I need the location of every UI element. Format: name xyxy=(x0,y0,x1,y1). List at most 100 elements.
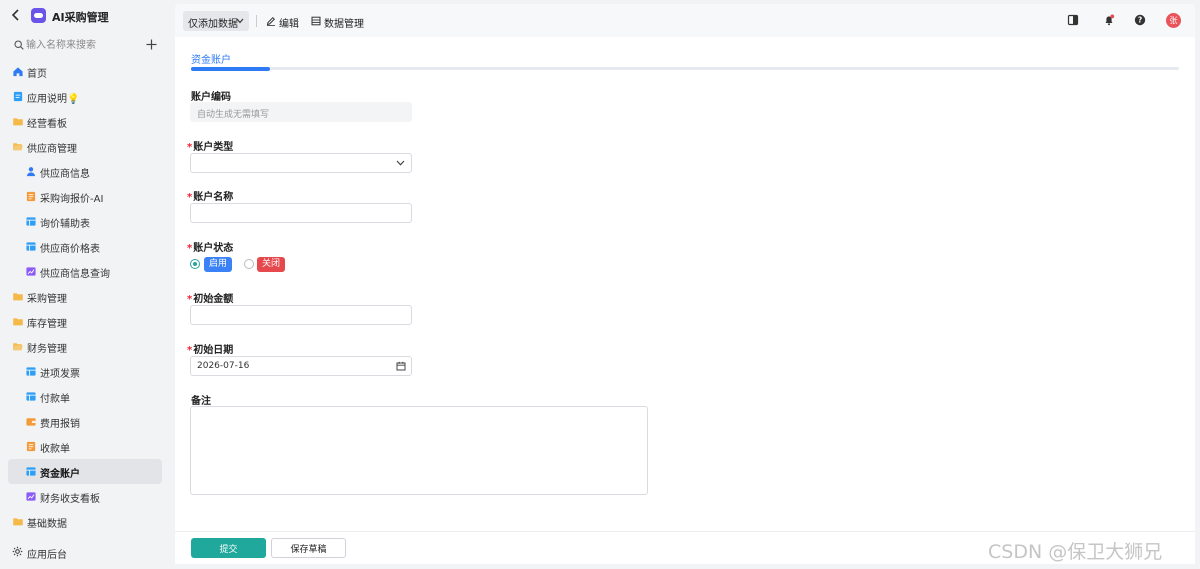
required-mark: * xyxy=(187,345,193,356)
chevron-down-icon xyxy=(396,160,405,166)
initial-date-picker[interactable]: 2026-07-16 xyxy=(190,356,412,376)
tab-fund-account[interactable]: 资金账户 xyxy=(191,51,231,66)
sidebar-item-label: 采购管理 xyxy=(27,294,67,305)
sidebar-item-8[interactable]: 供应商信息查询 xyxy=(8,259,162,284)
note-label: 备注 xyxy=(191,392,211,407)
form-icon xyxy=(26,191,36,202)
toolbar: 仅添加数据 编辑 数据管理 ? 张 xyxy=(175,4,1195,37)
folder-icon xyxy=(13,518,23,526)
sidebar-item-14[interactable]: 费用报销 xyxy=(8,409,162,434)
data-management-label: 数据管理 xyxy=(324,19,364,30)
edit-button[interactable]: 编辑 xyxy=(266,11,302,31)
form-progress-track xyxy=(191,66,1179,71)
account-name-input[interactable] xyxy=(190,203,412,223)
gear-icon xyxy=(12,546,23,557)
sidebar-item-13[interactable]: 付款单 xyxy=(8,384,162,409)
sidebar-item-10[interactable]: 库存管理 xyxy=(8,309,162,334)
form-progress-fill xyxy=(191,66,271,71)
app-header: AI采购管理 xyxy=(0,0,170,32)
folder-open-icon xyxy=(13,143,23,151)
account-name-label-text: 账户名称 xyxy=(193,192,234,203)
sidebar-item-3[interactable]: 供应商管理 xyxy=(8,134,162,159)
back-icon[interactable] xyxy=(10,8,22,22)
sidebar-item-16[interactable]: 资金账户 xyxy=(8,459,162,484)
table-icon xyxy=(26,242,36,251)
save-draft-button[interactable]: 保存草稿 xyxy=(271,538,346,558)
submit-button[interactable]: 提交 xyxy=(191,538,266,558)
sidebar-item-17[interactable]: 财务收支看板 xyxy=(8,484,162,509)
mode-dropdown-label: 仅添加数据 xyxy=(188,19,238,30)
sidebar-item-label: 采购询报价-AI xyxy=(40,194,104,205)
sidebar-item-label: 资金账户 xyxy=(40,469,80,480)
sidebar-item-app-backend[interactable]: 应用后台 xyxy=(8,540,162,564)
required-mark: * xyxy=(187,294,193,305)
search-icon xyxy=(14,40,24,50)
sidebar-item-9[interactable]: 采购管理 xyxy=(8,284,162,309)
account-code-placeholder: 自动生成无需填写 xyxy=(197,110,270,120)
add-icon[interactable] xyxy=(146,39,157,50)
app-title: AI采购管理 xyxy=(52,11,109,24)
sidebar-item-4[interactable]: 供应商信息 xyxy=(8,159,162,184)
svg-text:?: ? xyxy=(1138,16,1142,25)
folder-open-icon xyxy=(13,343,23,351)
sidebar-item-1[interactable]: 应用说明💡 xyxy=(8,84,162,109)
table-icon xyxy=(311,16,321,26)
sidebar-item-7[interactable]: 供应商价格表 xyxy=(8,234,162,259)
sidebar-item-2[interactable]: 经营看板 xyxy=(8,109,162,134)
chart-icon xyxy=(26,492,36,501)
status-enabled-tag[interactable]: 启用 xyxy=(204,257,233,272)
account-type-select[interactable] xyxy=(190,153,412,173)
initial-amount-label: *初始金额 xyxy=(187,290,233,305)
table-icon xyxy=(26,392,36,401)
sidebar-item-5[interactable]: 采购询报价-AI xyxy=(8,184,162,209)
required-mark: * xyxy=(187,142,193,153)
sidebar-item-label: 首页 xyxy=(27,69,47,80)
account-code-field: 自动生成无需填写 xyxy=(190,102,412,122)
account-type-label: *账户类型 xyxy=(187,138,233,153)
status-enabled-radio[interactable] xyxy=(190,259,200,269)
bell-icon[interactable] xyxy=(1103,14,1115,26)
sidebar-item-15[interactable]: 收款单 xyxy=(8,434,162,459)
sidebar-item-label: 供应商管理 xyxy=(27,144,77,155)
required-mark: * xyxy=(187,192,193,203)
sidebar-item-label: 费用报销 xyxy=(40,419,80,430)
sidebar-item-label: 财务管理 xyxy=(27,344,67,355)
initial-date-value: 2026-07-16 xyxy=(197,361,250,371)
sidebar-item-label: 应用说明💡 xyxy=(27,94,80,105)
search-input[interactable] xyxy=(26,36,136,54)
status-closed-radio[interactable] xyxy=(244,259,254,269)
avatar[interactable]: 张 xyxy=(1166,13,1181,28)
table-icon xyxy=(26,367,36,376)
initial-date-label: *初始日期 xyxy=(187,341,233,356)
chart-icon xyxy=(26,267,36,276)
wallet-icon xyxy=(26,418,36,426)
sidebar-item-label: 供应商价格表 xyxy=(40,244,100,255)
app-logo-icon xyxy=(31,8,46,23)
sidebar-item-label: 收款单 xyxy=(40,444,70,455)
mode-dropdown[interactable]: 仅添加数据 xyxy=(183,11,249,31)
sidebar: AI采购管理 首页应用说明💡 经营看板供应商管理供应商信息采购询报价-AI 询价辅助… xyxy=(0,0,170,569)
folder-icon xyxy=(13,118,23,126)
sidebar-item-11[interactable]: 财务管理 xyxy=(8,334,162,359)
help-icon[interactable]: ? xyxy=(1134,14,1146,26)
initial-amount-label-text: 初始金额 xyxy=(193,294,234,305)
sidebar-item-18[interactable]: 基础数据 xyxy=(8,509,162,534)
panel-toggle-icon[interactable] xyxy=(1067,14,1079,26)
table-icon xyxy=(26,467,36,476)
data-management-button[interactable]: 数据管理 xyxy=(311,11,364,31)
sidebar-item-0[interactable]: 首页 xyxy=(8,59,162,84)
doc-icon xyxy=(13,91,23,102)
folder-icon xyxy=(13,318,23,326)
sidebar-item-6[interactable]: 询价辅助表 xyxy=(8,209,162,234)
sidebar-item-label: 询价辅助表 xyxy=(40,219,90,230)
sidebar-item-label: 库存管理 xyxy=(27,319,67,330)
edit-button-label: 编辑 xyxy=(279,19,299,30)
initial-amount-input[interactable] xyxy=(190,305,412,325)
sidebar-item-label: 供应商信息查询 xyxy=(40,269,110,280)
sidebar-item-label: 基础数据 xyxy=(27,519,67,530)
sidebar-item-label: 财务收支看板 xyxy=(40,494,100,505)
note-textarea[interactable] xyxy=(190,406,648,495)
account-code-label: 账户编码 xyxy=(191,88,231,103)
status-closed-tag[interactable]: 关闭 xyxy=(257,257,286,272)
sidebar-item-12[interactable]: 进项发票 xyxy=(8,359,162,384)
